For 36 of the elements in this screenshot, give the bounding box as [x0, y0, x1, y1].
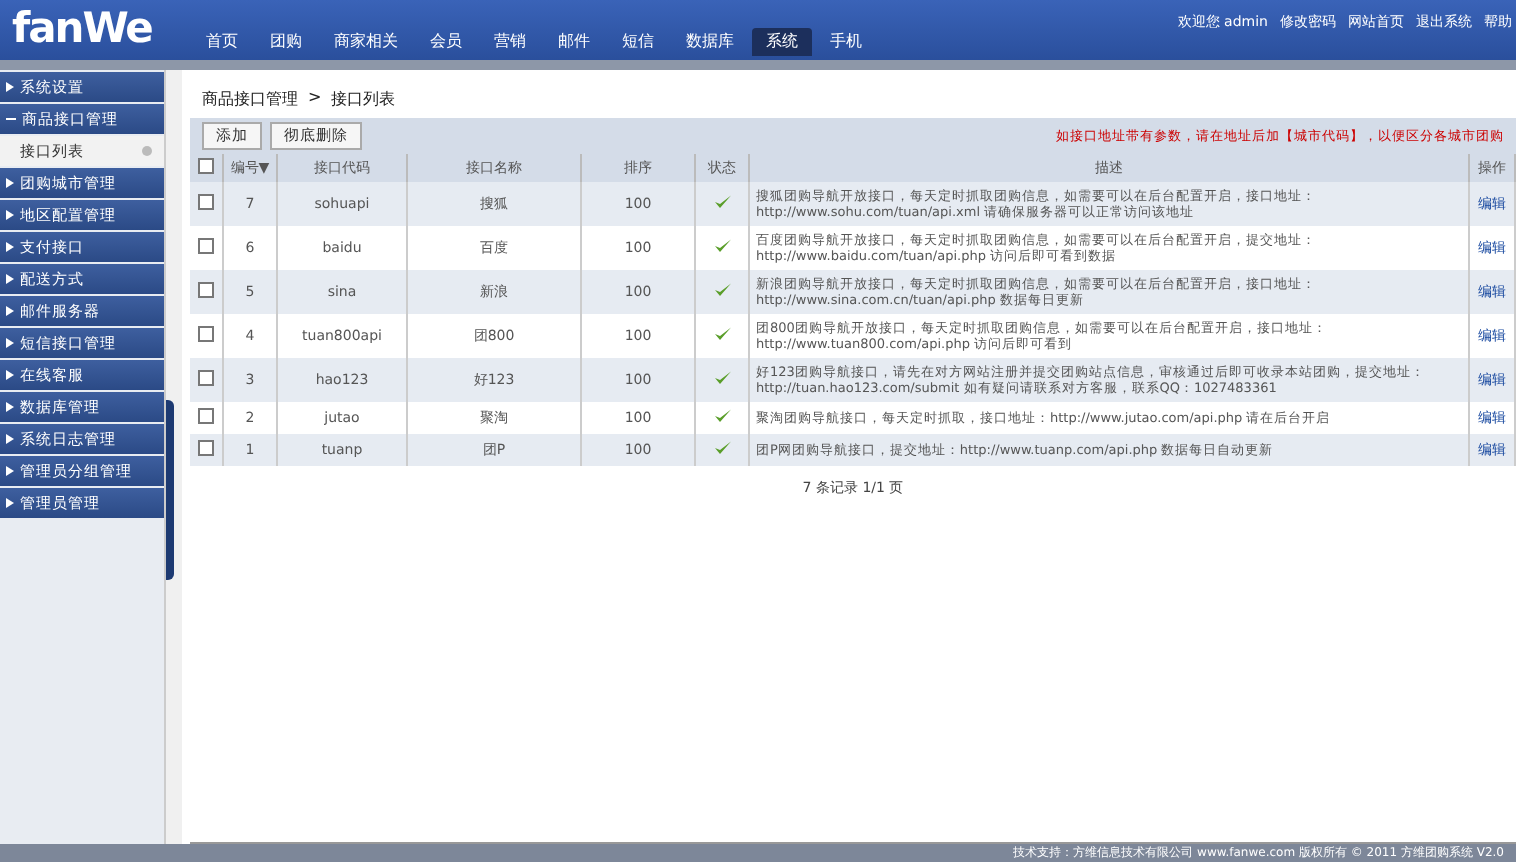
- arrow-icon: [6, 306, 14, 316]
- nav-tab[interactable]: 邮件: [544, 28, 604, 56]
- arrow-icon: [6, 242, 14, 252]
- row-checkbox[interactable]: [198, 440, 214, 456]
- nav-tab[interactable]: 手机: [816, 28, 876, 56]
- nav-tab[interactable]: 会员: [416, 28, 476, 56]
- breadcrumb-item: 接口列表: [331, 88, 396, 110]
- nav-tab[interactable]: 团购: [256, 28, 316, 56]
- row-checkbox[interactable]: [198, 326, 214, 342]
- breadcrumb-item[interactable]: 商品接口管理: [202, 88, 298, 110]
- arrow-icon: [6, 210, 14, 220]
- nav-tab[interactable]: 系统: [752, 28, 812, 56]
- select-all-checkbox[interactable]: [198, 158, 214, 174]
- row-checkbox[interactable]: [198, 370, 214, 386]
- row-checkbox[interactable]: [198, 408, 214, 424]
- arrow-icon: [6, 178, 14, 188]
- arrow-icon: [6, 82, 14, 92]
- nav-tab[interactable]: 短信: [608, 28, 668, 56]
- nav-tab[interactable]: 数据库: [672, 28, 748, 56]
- dot-icon: [142, 146, 152, 156]
- nav-tab[interactable]: 商家相关: [320, 28, 412, 56]
- nav-tab[interactable]: 营销: [480, 28, 540, 56]
- breadcrumb-separator: >: [308, 88, 322, 110]
- arrow-icon: [6, 434, 14, 444]
- arrow-icon: [6, 402, 14, 412]
- nav-tab[interactable]: 首页: [192, 28, 252, 56]
- row-checkbox[interactable]: [198, 238, 214, 254]
- arrow-icon: [6, 370, 14, 380]
- arrow-icon: [6, 466, 14, 476]
- row-checkbox[interactable]: [198, 282, 214, 298]
- arrow-icon: [6, 338, 14, 348]
- collapse-handle[interactable]: [166, 400, 174, 580]
- arrow-icon: [6, 498, 14, 508]
- logo: fanWe: [10, 2, 154, 56]
- row-checkbox[interactable]: [198, 194, 214, 210]
- arrow-icon: [6, 274, 14, 284]
